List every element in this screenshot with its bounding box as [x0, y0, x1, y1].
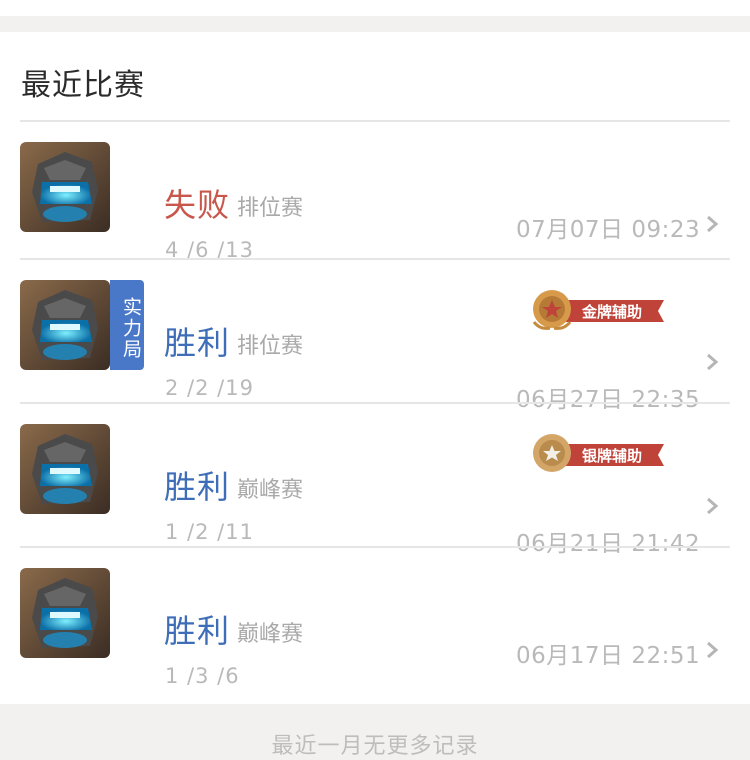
chevron-right-icon — [707, 353, 719, 371]
section-title: 最近比赛 — [21, 68, 145, 103]
match-row[interactable]: 胜利 巅峰赛 1 /3 /6 06月17日 22:51 — [0, 546, 750, 690]
match-row[interactable]: 胜利 巅峰赛 1 /2 /11 银牌辅助 06月21日 21:42 — [0, 402, 750, 557]
match-result: 胜利 — [164, 612, 231, 650]
top-strip — [0, 0, 750, 16]
match-result: 失败 — [164, 186, 231, 224]
hero-avatar — [20, 568, 110, 658]
badge-label: 银牌辅助 — [582, 447, 642, 465]
match-result: 胜利 — [164, 468, 231, 506]
kda: 1 /3 /6 — [165, 664, 240, 688]
match-result: 胜利 — [164, 324, 231, 362]
match-row[interactable]: 实力局 胜利 排位赛 2 /2 /19 金牌辅助 06月27日 22:35 — [0, 258, 750, 413]
strength-match-tag: 实力局 — [110, 280, 144, 370]
gold-support-badge: 金牌辅助 — [532, 290, 664, 330]
kda: 1 /2 /11 — [165, 520, 254, 544]
match-time: 07月07日 09:23 — [516, 217, 701, 243]
match-mode: 巅峰赛 — [237, 622, 304, 647]
hero-avatar — [20, 142, 110, 232]
match-mode: 排位赛 — [237, 334, 304, 359]
chevron-right-icon — [707, 497, 719, 515]
match-mode: 巅峰赛 — [237, 478, 304, 503]
match-mode: 排位赛 — [237, 196, 304, 221]
no-more-records-text: 最近一月无更多记录 — [271, 734, 479, 759]
match-row[interactable]: 失败 排位赛 4 /6 /13 07月07日 09:23 — [0, 120, 750, 264]
match-time: 06月17日 22:51 — [516, 643, 701, 669]
recent-matches-panel: 最近比赛 失败 排位赛 4 /6 /13 07月07日 09:23 实力局 胜利… — [0, 32, 750, 704]
hero-avatar — [20, 280, 110, 370]
chevron-right-icon — [707, 215, 719, 233]
silver-support-badge: 银牌辅助 — [533, 434, 664, 472]
badge-label: 金牌辅助 — [581, 303, 642, 321]
kda: 2 /2 /19 — [165, 376, 254, 400]
hero-avatar — [20, 424, 110, 514]
chevron-right-icon — [707, 641, 719, 659]
